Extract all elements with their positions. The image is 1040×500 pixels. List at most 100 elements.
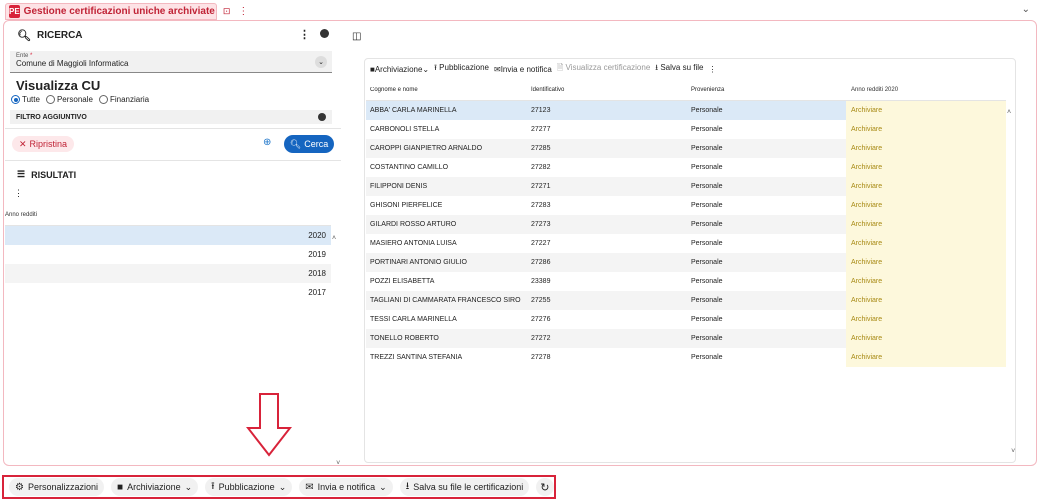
table-cell: Personale — [691, 164, 723, 171]
table-cell: 27123 — [531, 107, 551, 114]
results-header: ☰ RISULTATI — [17, 169, 76, 180]
table-row[interactable]: COSTANTINO CAMILLO 27282 Personale Archivia… — [366, 158, 1006, 177]
save-file-button[interactable]: ⭳ Salva su file — [655, 62, 703, 76]
reset-label: Ripristina — [29, 139, 68, 149]
save-file-button[interactable]: ⭳ Salva su file le certificazioni — [399, 478, 530, 496]
table-row[interactable]: POZZI ELISABETTA 23389 Personale Archiviare — [366, 272, 1006, 291]
table-cell: CARBONOLI STELLA — [370, 126, 440, 133]
scroll-down-icon[interactable]: ˅ — [1011, 448, 1015, 455]
table-cell: Personale — [691, 278, 723, 285]
column-header[interactable]: Provenienza — [686, 87, 846, 93]
collapse-icon[interactable] — [320, 29, 329, 38]
radio-icon[interactable] — [98, 95, 108, 104]
scrollbar[interactable]: ˄ ˅ — [332, 227, 341, 467]
arrow-down-annotation-icon — [246, 393, 292, 457]
table-cell: TREZZI SANTINA STEFANIA — [370, 354, 463, 361]
reset-button[interactable]: ✕ Ripristina — [12, 136, 75, 152]
radio-personale[interactable]: Personale — [45, 95, 93, 104]
search-title: RICERCA — [36, 29, 83, 41]
scrollbar[interactable]: ˄ ˅ — [1007, 101, 1016, 455]
table-cell: POZZI ELISABETTA — [370, 278, 435, 285]
radio-icon[interactable] — [11, 95, 20, 104]
kebab-icon[interactable]: ⋮ — [238, 6, 248, 17]
gear-icon: ⚙ — [15, 481, 24, 493]
bookmark-icon[interactable]: ⊡ — [223, 6, 231, 17]
table-cell: 27271 — [531, 183, 551, 190]
table-cell: 27272 — [531, 335, 551, 342]
radio-finanziaria[interactable]: Finanziaria — [98, 95, 150, 104]
table-row[interactable]: TAGLIANI DI CAMMARATA FRANCESCO SIRO 2725… — [366, 291, 1006, 310]
table-row[interactable]: MASIERO ANTONIA LUISA 27227 Personale Archi… — [366, 234, 1006, 253]
archive-menu-button[interactable]: ■ Archiviazione ⌄ — [111, 478, 199, 496]
column-header[interactable]: Anno redditi 2020 — [846, 80, 1006, 100]
radio-tutte[interactable]: Tutte — [11, 95, 40, 104]
chevron-down-icon[interactable]: ⌄ — [1022, 4, 1030, 15]
upload-icon: ⭱ — [211, 480, 215, 492]
scroll-up-icon[interactable]: ˄ — [332, 235, 336, 242]
kebab-icon[interactable]: ⋮ — [708, 65, 716, 74]
table-row[interactable]: CAROPPI GIANPIETRO ARNALDO 27285 Personale… — [366, 139, 1006, 158]
filter-label: FILTRO AGGIUNTIVO — [16, 113, 87, 121]
column-header[interactable]: Cognome e nome — [366, 87, 526, 93]
table-row[interactable]: TONELLO ROBERTO 27272 Personale Archiviare — [366, 329, 1006, 348]
mail-icon: ✉ — [493, 64, 501, 74]
column-header-anno[interactable]: Anno redditi — [5, 205, 331, 226]
send-menu-button[interactable]: ✉ Invia e notifica ⌄ — [299, 478, 393, 496]
table-row[interactable]: GHISONI PIERFELICE 27283 Personale Archivia… — [366, 196, 1006, 215]
sidebar-toggle-icon[interactable]: ◫ — [352, 31, 361, 42]
status-cell: Archiviare — [846, 234, 1006, 253]
table-row[interactable]: 2019 — [5, 245, 331, 264]
table-cell: Personale — [691, 183, 723, 190]
publish-button[interactable]: ⭱ Pubblicazione — [434, 62, 489, 76]
chevron-down-icon[interactable]: ⌄ — [315, 56, 327, 68]
table-cell: 27255 — [531, 297, 551, 304]
table-cell: CAROPPI GIANPIETRO ARNALDO — [370, 145, 483, 152]
radio-label: Tutte — [22, 95, 40, 104]
grid-header: Cognome e nome Identificativo Provenienz… — [366, 80, 1006, 101]
table-cell: 27285 — [531, 145, 551, 152]
table-cell: COSTANTINO CAMILLO — [370, 164, 449, 171]
table-cell: TESSI CARLA MARINELLA — [370, 316, 457, 323]
table-cell: TAGLIANI DI CAMMARATA FRANCESCO SIRO — [370, 297, 521, 304]
scroll-down-icon[interactable]: ˅ — [336, 460, 340, 467]
table-cell: GILARDI ROSSO ARTURO — [370, 221, 457, 228]
kebab-icon[interactable]: ⋮ — [299, 28, 310, 41]
table-row[interactable]: FILIPPONI DENIS 27271 Personale Archiviare — [366, 177, 1006, 196]
table-cell: Personale — [691, 221, 723, 228]
table-cell: Personale — [691, 202, 723, 209]
table-row[interactable]: 2020 — [5, 226, 331, 245]
table-cell: Personale — [691, 354, 723, 361]
refresh-icon: ↻ — [540, 481, 550, 494]
table-row[interactable]: 2018 — [5, 264, 331, 283]
column-header[interactable]: Identificativo — [526, 87, 686, 93]
table-row[interactable]: PORTINARI ANTONIO GIULIO 27286 Personale Ar… — [366, 253, 1006, 272]
status-cell: Archiviare — [846, 196, 1006, 215]
radio-label: Finanziaria — [109, 95, 150, 104]
send-button[interactable]: ✉Invia e notifica — [494, 65, 552, 74]
table-row[interactable]: CARBONOLI STELLA 27277 Personale Archiviare — [366, 120, 1006, 139]
customize-button[interactable]: ⚙ Personalizzazioni — [9, 478, 105, 496]
expand-icon[interactable] — [318, 113, 326, 121]
table-cell: FILIPPONI DENIS — [370, 183, 428, 190]
publish-menu-button[interactable]: ⭱ Pubblicazione ⌄ — [205, 478, 293, 496]
tab-gestione-cu[interactable]: PE Gestione certificazioni uniche archiv… — [5, 3, 248, 20]
refresh-button[interactable]: ↻ — [536, 478, 554, 496]
kebab-icon[interactable]: ⋮ — [14, 188, 23, 199]
scroll-up-icon[interactable]: ˄ — [1007, 109, 1011, 116]
grid-body: ABBA' CARLA MARINELLA 27123 Personale Archi… — [366, 101, 1006, 367]
ente-select[interactable]: Ente * Comune di Maggioli Informatica ⌄ — [10, 51, 332, 73]
status-cell: Archiviare — [846, 177, 1006, 196]
search-button[interactable]: 🔍︎ Cerca — [284, 135, 334, 153]
table-row[interactable]: ABBA' CARLA MARINELLA 27123 Personale Archi… — [366, 101, 1006, 120]
table-row[interactable]: GILARDI ROSSO ARTURO 27273 Personale Archiv… — [366, 215, 1006, 234]
view-certificate-button[interactable]: 🗎 Visualizza certificazione — [557, 62, 650, 76]
grid-toolbar: ■Archiviazione⌄ ⭱ Pubblicazione ✉Invia e… — [370, 63, 716, 75]
table-row[interactable]: TESSI CARLA MARINELLA 27276 Personale Archi… — [366, 310, 1006, 329]
zoom-in-icon[interactable]: ⊕ — [263, 137, 271, 148]
archive-menu[interactable]: ■Archiviazione⌄ — [370, 65, 429, 74]
additional-filter-toggle[interactable]: FILTRO AGGIUNTIVO — [10, 110, 332, 124]
radio-icon[interactable] — [45, 95, 55, 104]
table-row[interactable]: 2017 — [5, 283, 331, 302]
table-row[interactable]: TREZZI SANTINA STEFANIA 27278 Personale Arc… — [366, 348, 1006, 367]
download-icon: ⭳ — [405, 480, 410, 492]
